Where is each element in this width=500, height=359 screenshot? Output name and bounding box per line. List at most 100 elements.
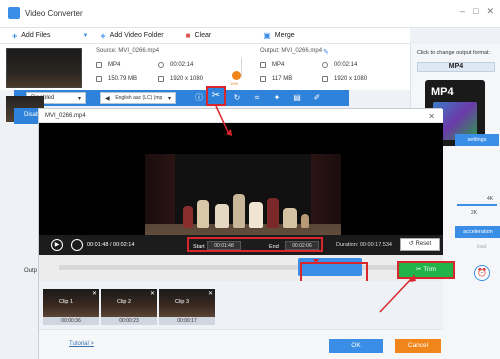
chevron-down-icon[interactable]: ▼ <box>82 33 88 39</box>
source-label: Source: MVI_0266.mp4 <box>96 48 160 54</box>
end-time-input[interactable]: 00:02:06 <box>285 241 319 250</box>
src-size: 150.79 MB <box>96 76 137 82</box>
dialog-title: MVI_0266.mp4 <box>39 109 443 123</box>
scissors-icon[interactable]: ✂ <box>206 86 226 106</box>
close-icon[interactable]: ✕ <box>150 290 155 297</box>
current-time: 00:01:48 <box>87 242 109 248</box>
clip-item[interactable]: Clip 1 ✕ 00:00:36 <box>43 289 99 327</box>
clear-button[interactable]: ■ Clear <box>186 31 212 40</box>
clip-name: Clip 1 <box>59 299 74 305</box>
watermark-icon[interactable]: ▤ <box>292 93 302 103</box>
app-title: Video Converter <box>25 9 83 18</box>
end-label: End <box>269 244 279 250</box>
add-files-button[interactable]: + Add Files ▼ <box>12 31 88 41</box>
total-time: 00:02:14 <box>113 242 135 248</box>
clip-thumbnail: Clip 2 ✕ <box>101 289 157 317</box>
clip-duration: 00:00:36 <box>43 317 99 325</box>
resolution-icon <box>158 76 164 82</box>
info-icon[interactable]: ⓘ <box>194 93 204 103</box>
actor-figure <box>197 200 209 228</box>
app-logo-icon <box>8 7 20 19</box>
src-duration: 00:02:14 <box>158 62 193 68</box>
reset-icon: ↺ <box>408 241 414 247</box>
format-selector[interactable]: MP4 <box>417 62 495 72</box>
actor-figure <box>183 206 193 228</box>
audio-select[interactable]: ◀ English aac (LC) (mp ▾ <box>100 92 176 104</box>
clip-list: Clip 1 ✕ 00:00:36 Clip 2 ✕ 00:00:23 Clip… <box>39 281 443 329</box>
play-icon[interactable]: ▶ <box>51 239 63 251</box>
close-icon[interactable]: ✕ <box>208 290 213 297</box>
file-size-icon <box>96 76 102 82</box>
player-controls: ▶ 00:01:48 / 00:02:14 Start 00:01:48 End… <box>39 235 443 255</box>
quality-4k-label: 4K <box>487 196 494 202</box>
clip-item[interactable]: Clip 2 ✕ 00:00:23 <box>101 289 157 327</box>
clip-thumbnail: Clip 3 ✕ <box>159 289 215 317</box>
out-format: MP4 <box>260 62 284 68</box>
actor-figure <box>301 214 309 228</box>
plus-icon: + <box>12 30 18 41</box>
playback-time: 00:01:48 / 00:02:14 <box>87 242 135 248</box>
video-thumbnail[interactable] <box>6 48 82 88</box>
actor-figure <box>283 208 297 228</box>
trim-highlight <box>397 261 455 279</box>
src-format-value: MP4 <box>108 62 121 68</box>
cancel-button[interactable]: Cancel <box>395 339 441 353</box>
src-format: MP4 <box>96 62 120 68</box>
rotate-icon[interactable]: ↻ <box>232 93 242 103</box>
alarm-clock-icon[interactable]: ⏰ <box>474 265 490 281</box>
file-row[interactable]: Source: MVI_0266.mp4 MP4 00:02:14 150.79… <box>0 44 410 90</box>
merge-label: Merge <box>274 32 295 39</box>
minimize-icon[interactable]: – <box>460 6 465 17</box>
subtitle-edit-icon[interactable]: ✐ <box>312 93 322 103</box>
ok-button[interactable]: OK <box>329 339 383 353</box>
load-label: load <box>477 244 487 250</box>
video-preview[interactable] <box>39 123 443 249</box>
edit-name-icon[interactable]: ✎ <box>323 48 329 56</box>
target-icon <box>232 71 241 80</box>
tutorial-link[interactable]: Tutorial > <box>69 341 94 347</box>
settings-button[interactable]: settings <box>455 134 499 146</box>
duration-value: 00:00:17.534 <box>359 242 392 248</box>
clock-icon <box>322 62 328 68</box>
merge-button[interactable]: ▣ Merge <box>263 31 294 40</box>
video-frame <box>145 154 341 248</box>
maximize-icon[interactable]: □ <box>473 6 478 17</box>
close-icon[interactable]: ✕ <box>428 112 435 121</box>
crop-icon[interactable]: ⌗ <box>252 93 262 103</box>
clip-item[interactable]: Clip 3 ✕ 00:00:17 <box>159 289 215 327</box>
out-size: 117 MB <box>260 76 292 82</box>
out-duration: 00:02:14 <box>322 62 357 68</box>
acceleration-button[interactable]: acceleration <box>455 226 500 238</box>
actor-figure <box>267 198 279 228</box>
add-folder-label: Add Video Folder <box>109 32 164 39</box>
close-icon[interactable]: ✕ <box>92 290 97 297</box>
audio-select-value: English aac (LC) (mp <box>115 95 163 101</box>
quality-slider[interactable] <box>457 204 497 206</box>
chevron-down-icon: ▾ <box>167 95 171 102</box>
quality-2k-label: 2K <box>471 210 478 216</box>
mp4-format-label: MP4 <box>431 86 454 98</box>
clock-icon <box>158 62 164 68</box>
actor-figure <box>233 194 245 228</box>
format-panel-title: Click to change output format: <box>417 50 491 56</box>
out-format-value: MP4 <box>272 62 285 68</box>
playhead-toggle-icon[interactable] <box>71 239 83 251</box>
clip-thumbnail: Clip 1 ✕ <box>43 289 99 317</box>
reset-button[interactable]: ↺ Reset <box>400 238 440 251</box>
speaker-icon: ◀ <box>105 95 110 102</box>
file-size-icon <box>260 76 266 82</box>
clip-name: Clip 2 <box>117 299 132 305</box>
actor-figure <box>249 202 263 228</box>
clip-duration: 00:00:23 <box>101 317 157 325</box>
add-folder-button[interactable]: + Add Video Folder <box>100 31 163 41</box>
close-icon[interactable]: ✕ <box>486 6 494 17</box>
trash-icon: ■ <box>185 31 191 40</box>
effects-icon[interactable]: ✦ <box>272 93 282 103</box>
start-time-input[interactable]: 00:01:48 <box>207 241 241 250</box>
title-bar: Video Converter – □ ✕ <box>0 0 500 28</box>
chevron-down-icon: ▾ <box>77 95 81 102</box>
clear-label: Clear <box>194 32 212 39</box>
trim-timeline[interactable] <box>39 255 443 281</box>
main-toolbar: + Add Files ▼ + Add Video Folder ■ Clear… <box>0 28 410 44</box>
output-label: Output: MVI_0266.mp4 <box>260 48 323 54</box>
